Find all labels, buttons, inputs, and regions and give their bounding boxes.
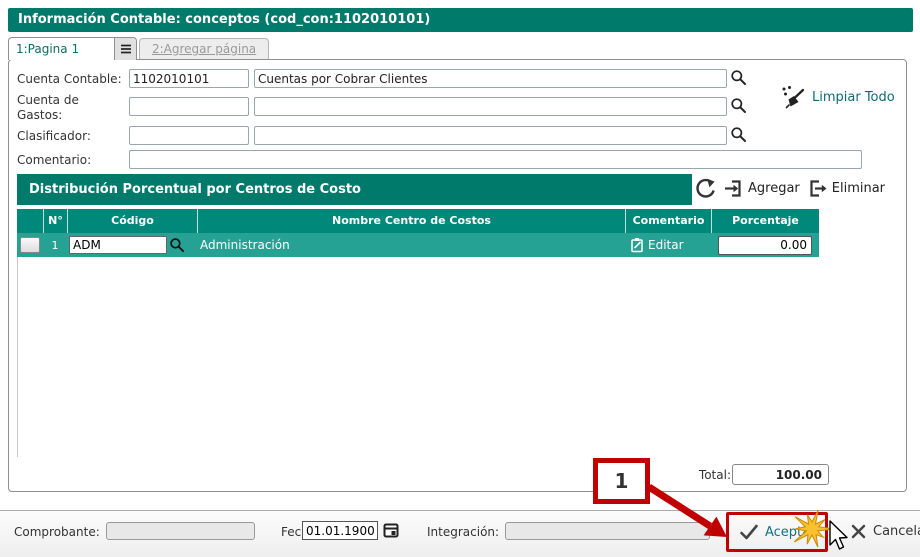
cost-centers-table: N° Código Nombre Centro de Costos Coment… [17, 209, 819, 257]
annotation-step-box: 1 [593, 458, 650, 504]
distribution-section-title: Distribución Porcentual por Centros de C… [29, 182, 361, 197]
cuenta-gastos-code-input[interactable] [129, 97, 249, 116]
comentario-label: Comentario: [17, 153, 92, 167]
cuenta-contable-lookup-button[interactable] [729, 69, 747, 87]
tab-agregar-pagina-label: 2:Agregar página [152, 42, 257, 56]
refresh-icon [696, 178, 715, 198]
column-header-comentario: Comentario [625, 209, 711, 233]
integracion-label: Integración: [427, 525, 500, 539]
cuenta-gastos-lookup-button[interactable] [729, 97, 747, 115]
cuenta-gastos-label: Cuenta de Gastos: [17, 93, 79, 122]
row-codigo-input[interactable] [69, 236, 167, 254]
column-header-porcentaje: Porcentaje [711, 209, 819, 233]
distribution-toolbar: Agregar Eliminar [693, 177, 885, 200]
tab-pagina-1-label: 1:Pagina 1 [16, 42, 80, 56]
broom-icon [782, 86, 805, 109]
annotation-step-number: 1 [614, 469, 629, 493]
total-input[interactable] [732, 464, 829, 485]
column-header-n: N° [43, 209, 67, 233]
calendar-button[interactable] [381, 521, 400, 540]
export-box-icon [810, 180, 827, 197]
main-panel: Cuenta Contable: Cuenta de Gastos: Clasi… [8, 59, 907, 492]
window-title: Información Contable: conceptos (cod_con… [18, 12, 431, 27]
magnifier-icon [170, 238, 185, 253]
comprobante-input [106, 522, 255, 540]
limpiar-todo-label: Limpiar Todo [812, 89, 895, 105]
row-codigo-cell [67, 233, 197, 257]
column-header-selector [17, 209, 43, 233]
row-editar-button[interactable]: Editar [625, 233, 711, 257]
distribution-section-header: Distribución Porcentual por Centros de C… [17, 174, 692, 205]
row-selector-cell [17, 233, 43, 257]
magnifier-icon [730, 98, 746, 113]
comprobante-label: Comprobante: [14, 525, 100, 539]
cuenta-contable-code-input[interactable] [129, 69, 249, 88]
fecha-input[interactable] [302, 521, 378, 540]
import-box-icon [725, 180, 741, 197]
aceptar-label: Aceptar [765, 524, 816, 540]
agregar-label: Agregar [748, 181, 800, 196]
footer-bar: Comprobante: Fecha: Integración: Aceptar… [0, 510, 920, 557]
agregar-button[interactable]: Agregar [723, 178, 800, 199]
eliminar-button[interactable]: Eliminar [807, 178, 885, 199]
clasificador-label: Clasificador: [17, 129, 91, 143]
row-porcentaje-input[interactable] [718, 235, 812, 255]
magnifier-icon [730, 70, 746, 85]
row-editar-label: Editar [648, 238, 684, 252]
eliminar-label: Eliminar [831, 181, 886, 196]
clasificador-name-input[interactable] [254, 126, 727, 145]
cuenta-contable-label: Cuenta Contable: [17, 72, 122, 86]
tab-menu-button[interactable] [114, 38, 136, 60]
row-codigo-lookup-button[interactable] [169, 237, 185, 253]
cancelar-label: Cancelar [873, 524, 920, 539]
row-nombre-cell: Administración [200, 238, 290, 252]
tab-pagina-1[interactable]: 1:Pagina 1 [8, 37, 137, 60]
clasificador-lookup-button[interactable] [729, 126, 747, 144]
row-porcentaje-cell [711, 233, 819, 257]
refresh-button[interactable] [693, 177, 716, 200]
calendar-icon [383, 523, 398, 538]
cancelar-button[interactable]: Cancelar [851, 524, 920, 539]
x-icon [851, 524, 866, 539]
table-row: 1 Administración Editar [17, 233, 819, 257]
comentario-input[interactable] [129, 150, 862, 169]
row-number-cell: 1 [51, 238, 59, 252]
clipboard-edit-icon [631, 238, 643, 253]
column-header-codigo: Código [67, 209, 197, 233]
tab-agregar-pagina[interactable]: 2:Agregar página [139, 38, 270, 60]
magnifier-icon [730, 127, 746, 142]
checkmark-icon [740, 524, 758, 540]
aceptar-button[interactable]: Aceptar [740, 524, 815, 540]
integracion-input [505, 522, 710, 540]
table-body-left-border [17, 257, 18, 457]
table-header-row: N° Código Nombre Centro de Costos Coment… [17, 209, 819, 233]
clasificador-code-input[interactable] [129, 126, 249, 145]
cuenta-contable-name-input[interactable] [254, 69, 727, 88]
cuenta-gastos-name-input[interactable] [254, 97, 727, 116]
row-selector-button[interactable] [20, 237, 40, 253]
window-title-bar: Información Contable: conceptos (cod_con… [8, 8, 913, 32]
hamburger-icon [120, 44, 131, 54]
limpiar-todo-button[interactable]: Limpiar Todo [774, 84, 901, 110]
column-header-nombre: Nombre Centro de Costos [197, 209, 625, 233]
total-label: Total: [698, 468, 731, 482]
